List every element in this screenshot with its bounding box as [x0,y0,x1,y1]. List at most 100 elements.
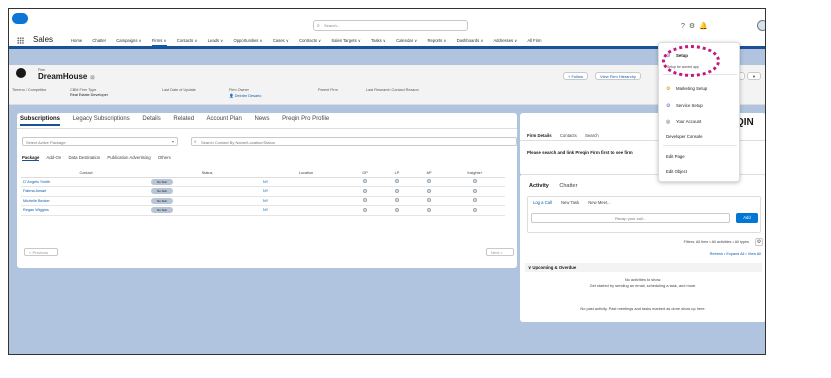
column-header-contact[interactable]: Contact [21,169,151,178]
subtab-data-destination[interactable]: Data Destination [68,155,100,160]
gear-icon[interactable]: ⚙ [755,238,763,246]
subtab-package[interactable]: Package [22,155,40,161]
nav-item-contracts[interactable]: Contracts ∨ [299,38,321,43]
column-header-gp[interactable]: GP [349,169,381,178]
refresh-expand-view-links[interactable]: Refresh • Expand All • View All [710,252,761,256]
column-header-lp[interactable]: LP [381,169,413,178]
owner-link[interactable]: 👤 Deirdre Desario [229,93,261,98]
avatar[interactable] [757,20,765,31]
tab-log-a-call[interactable]: Log a Call [533,200,552,205]
record-name: DreamHouse [38,72,88,81]
ap-radio-icon[interactable] [427,188,431,193]
nav-item-contacts[interactable]: Contacts ∨ [177,38,198,43]
add-button[interactable]: Add [736,213,758,223]
column-header-location[interactable]: Location [263,169,349,178]
tab-new-task[interactable]: New Task [561,200,579,205]
subtab-add-on[interactable]: Add-On [46,155,61,160]
status-cell: No Sub [151,186,263,197]
view-hierarchy-button[interactable]: View Firm Hierarchy [595,72,641,80]
nav-item-all-firm[interactable]: All Firm [527,38,541,43]
nav-item-dashboards[interactable]: Dashboards ∨ [457,38,484,43]
lp-radio-icon[interactable] [395,179,399,184]
previous-button[interactable]: < Previous [24,248,58,256]
search-placeholder: Search... [324,23,341,28]
contact-link[interactable]: Regan Wiggins [21,205,151,216]
help-icon[interactable]: ? [681,23,685,30]
gear-icon[interactable]: ⚙ [689,23,695,30]
nav-item-leads[interactable]: Leads ∨ [208,38,224,43]
ap-radio-icon[interactable] [427,179,431,184]
follow-button[interactable]: + Follow [563,72,589,80]
lp-radio-icon[interactable] [395,207,399,212]
lp-radio-icon[interactable] [395,198,399,203]
salesforce-logo[interactable] [12,13,28,24]
actions-dropdown-button[interactable]: ▼ [747,72,761,80]
contact-link[interactable]: D' Angelo Smith [21,177,151,187]
search-icon: ⌕ [194,139,197,144]
gp-radio-icon[interactable] [363,207,367,212]
menu-item-edit-page[interactable]: Edit Page [666,154,685,159]
field-firm-type: CBM Firm Type Real Estate Developer [70,88,108,97]
insights-radio-icon[interactable] [473,207,477,212]
gp-radio-icon[interactable] [363,188,367,193]
column-header-ap[interactable]: AP [413,169,445,178]
menu-item-developer-console[interactable]: Developer Console [666,134,703,139]
tab-news[interactable]: News [254,116,269,122]
package-select[interactable]: Select Active Package ▾ [22,137,178,146]
gp-cell [349,186,381,197]
tab-legacy-subscriptions[interactable]: Legacy Subscriptions [73,116,130,122]
column-header-status[interactable]: Status [151,169,263,178]
subtab-publication-advertising[interactable]: Publication Advertising [107,155,150,160]
contact-link[interactable]: Michelle Becker [21,196,151,206]
chevron-down-icon: ▾ [171,139,174,144]
nav-item-tasks[interactable]: Tasks ∨ [371,38,386,43]
menu-item-edit-object[interactable]: Edit Object [666,169,687,174]
nav-item-cases[interactable]: Cases ∨ [273,38,289,43]
nav-item-reports[interactable]: Reports ∨ [428,38,447,43]
ap-cell [413,196,445,206]
tab-new-meeting[interactable]: New Meet... [588,200,610,205]
ap-radio-icon[interactable] [427,207,431,212]
insights-radio-icon[interactable] [473,188,477,193]
tab-subscriptions[interactable]: Subscriptions [20,116,61,126]
tab-account-plan[interactable]: Account Plan [206,116,241,122]
contact-link[interactable]: Fatima Ansari [21,186,151,197]
tab-search[interactable]: Search [585,133,599,138]
upcoming-overdue-section[interactable]: ∨ Upcoming & Overdue [525,263,762,272]
nav-item-home[interactable]: Home [71,38,82,43]
activity-panel: Activity Chatter Log a Call New Task New… [520,174,765,322]
tab-activity[interactable]: Activity [529,183,549,189]
nav-item-sales-targets[interactable]: Sales Targets ∨ [331,38,361,43]
menu-item-marketing-setup[interactable]: ⚙ Marketing Setup [666,86,707,92]
ap-radio-icon[interactable] [427,198,431,203]
gp-radio-icon[interactable] [363,198,367,203]
subtab-others[interactable]: Others [158,155,171,160]
tab-preqin-pro-profile[interactable]: Preqin Pro Profile [282,116,329,122]
tab-contacts[interactable]: Contacts [560,133,577,138]
menu-item-your-account[interactable]: ◎ Your Account [666,119,701,125]
recap-call-input[interactable]: Recap your call... [531,213,730,223]
column-header-insights[interactable]: Insights+ [445,169,505,178]
nav-item-firms[interactable]: Firms ∨ [151,38,167,47]
app-launcher-icon[interactable] [17,37,24,44]
menu-item-label: Service Setup [676,103,703,108]
nav-item-calendar[interactable]: Calendar ∨ [396,38,417,43]
bell-icon[interactable]: 🔔 [699,23,708,30]
contact-search-input[interactable]: ⌕ Search Contact By Name/Location/Status [191,137,517,146]
tab-details[interactable]: Details [142,116,160,122]
field-last-update: Last Date of Update [162,88,196,92]
nav-item-addresses[interactable]: Addresses ∨ [493,38,517,43]
menu-item-service-setup[interactable]: ⚙ Service Setup [666,103,703,109]
nav-item-campaigns[interactable]: Campaigns ∨ [116,38,141,43]
nav-item-chatter[interactable]: Chatter [92,38,106,43]
nav-item-opportunities[interactable]: Opportunities ∨ [233,38,262,43]
tab-chatter[interactable]: Chatter [559,183,577,189]
lp-radio-icon[interactable] [395,188,399,193]
insights-radio-icon[interactable] [473,198,477,203]
hierarchy-icon[interactable]: ⊡ [90,75,94,81]
insights-radio-icon[interactable] [473,179,477,184]
gp-radio-icon[interactable] [363,179,367,184]
tab-related[interactable]: Related [173,116,194,122]
global-search-input[interactable]: ⌕ Search... [313,20,468,31]
next-button[interactable]: Next > [486,248,514,256]
